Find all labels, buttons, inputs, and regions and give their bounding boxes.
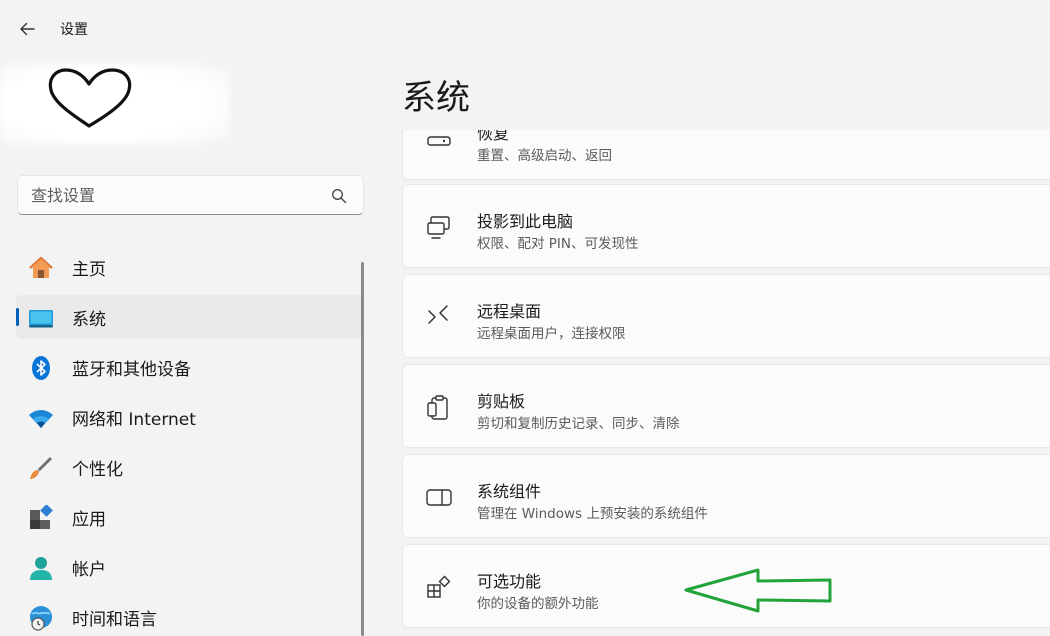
card-subtitle: 权限、配对 PIN、可发现性 [477,236,639,252]
card-title: 剪贴板 [477,392,526,411]
search-box[interactable] [17,175,364,215]
sidebar-item-label: 帐户 [72,559,106,580]
card-subtitle: 剪切和复制历史记录、同步、清除 [477,416,680,432]
clipboard-icon [427,395,448,420]
card-remote-desktop[interactable]: 远程桌面 远程桌面用户，连接权限 [402,274,1050,358]
card-subtitle: 你的设备的额外功能 [477,596,599,612]
globe-clock-icon [30,606,52,631]
heart-avatar-icon[interactable] [46,66,134,132]
back-arrow-icon [20,22,35,36]
sidebar-scrollbar[interactable] [361,262,364,636]
sidebar-item-accounts[interactable]: 帐户 [16,545,362,589]
card-subtitle: 管理在 Windows 上预安装的系统组件 [477,506,708,522]
sidebar-item-label: 网络和 Internet [72,409,196,430]
brush-icon [30,457,52,479]
settings-list: 恢复 重置、高级启动、返回 投影到此电脑 权限、配对 PIN、可发现性 远程桌面… [402,130,1050,636]
sidebar-item-label: 时间和语言 [72,609,157,630]
sidebar-item-label: 主页 [72,259,106,280]
card-title: 远程桌面 [477,302,542,321]
system-icon [29,310,53,328]
search-icon[interactable] [331,188,347,204]
sidebar-item-personalization[interactable]: 个性化 [16,445,362,489]
card-system-components[interactable]: 系统组件 管理在 Windows 上预安装的系统组件 [402,454,1050,538]
card-title: 系统组件 [477,482,542,501]
project-icon [427,216,450,239]
optional-features-icon [427,575,451,598]
remote-desktop-icon [428,305,448,324]
sidebar-item-network[interactable]: 网络和 Internet [16,395,362,439]
card-title: 投影到此电脑 [477,212,574,231]
sidebar-item-time-language[interactable]: 时间和语言 [16,595,362,636]
card-title: 恢复 [477,130,510,143]
sidebar-item-label: 个性化 [72,459,123,480]
sidebar-item-label: 蓝牙和其他设备 [72,359,191,380]
sidebar-item-bluetooth[interactable]: 蓝牙和其他设备 [16,345,362,389]
card-recovery[interactable]: 恢复 重置、高级启动、返回 [402,130,1050,180]
card-clipboard[interactable]: 剪贴板 剪切和复制历史记录、同步、清除 [402,364,1050,448]
card-subtitle: 远程桌面用户，连接权限 [477,326,626,342]
annotation-arrow-icon [684,568,832,613]
settings-window: 设置 主页 系统 [0,0,1050,636]
apps-icon [30,505,53,529]
back-button[interactable] [10,14,44,44]
card-project-to-pc[interactable]: 投影到此电脑 权限、配对 PIN、可发现性 [402,184,1050,268]
card-subtitle: 重置、高级启动、返回 [477,148,612,164]
home-icon [29,256,53,278]
app-title: 设置 [60,22,88,38]
account-icon [30,557,52,580]
sidebar-item-label: 系统 [72,309,106,330]
sidebar-item-system[interactable]: 系统 [16,295,362,339]
search-input[interactable] [31,185,321,205]
card-title: 可选功能 [477,572,542,591]
system-components-icon [426,489,452,506]
title-bar: 设置 [0,0,1050,56]
selection-indicator [16,308,19,326]
sidebar-item-apps[interactable]: 应用 [16,495,362,539]
sidebar-item-home[interactable]: 主页 [16,245,362,289]
recovery-icon [427,136,451,146]
bluetooth-icon [32,356,50,380]
sidebar-item-label: 应用 [72,509,106,530]
wifi-icon [29,410,53,428]
page-title: 系统 [402,78,470,118]
